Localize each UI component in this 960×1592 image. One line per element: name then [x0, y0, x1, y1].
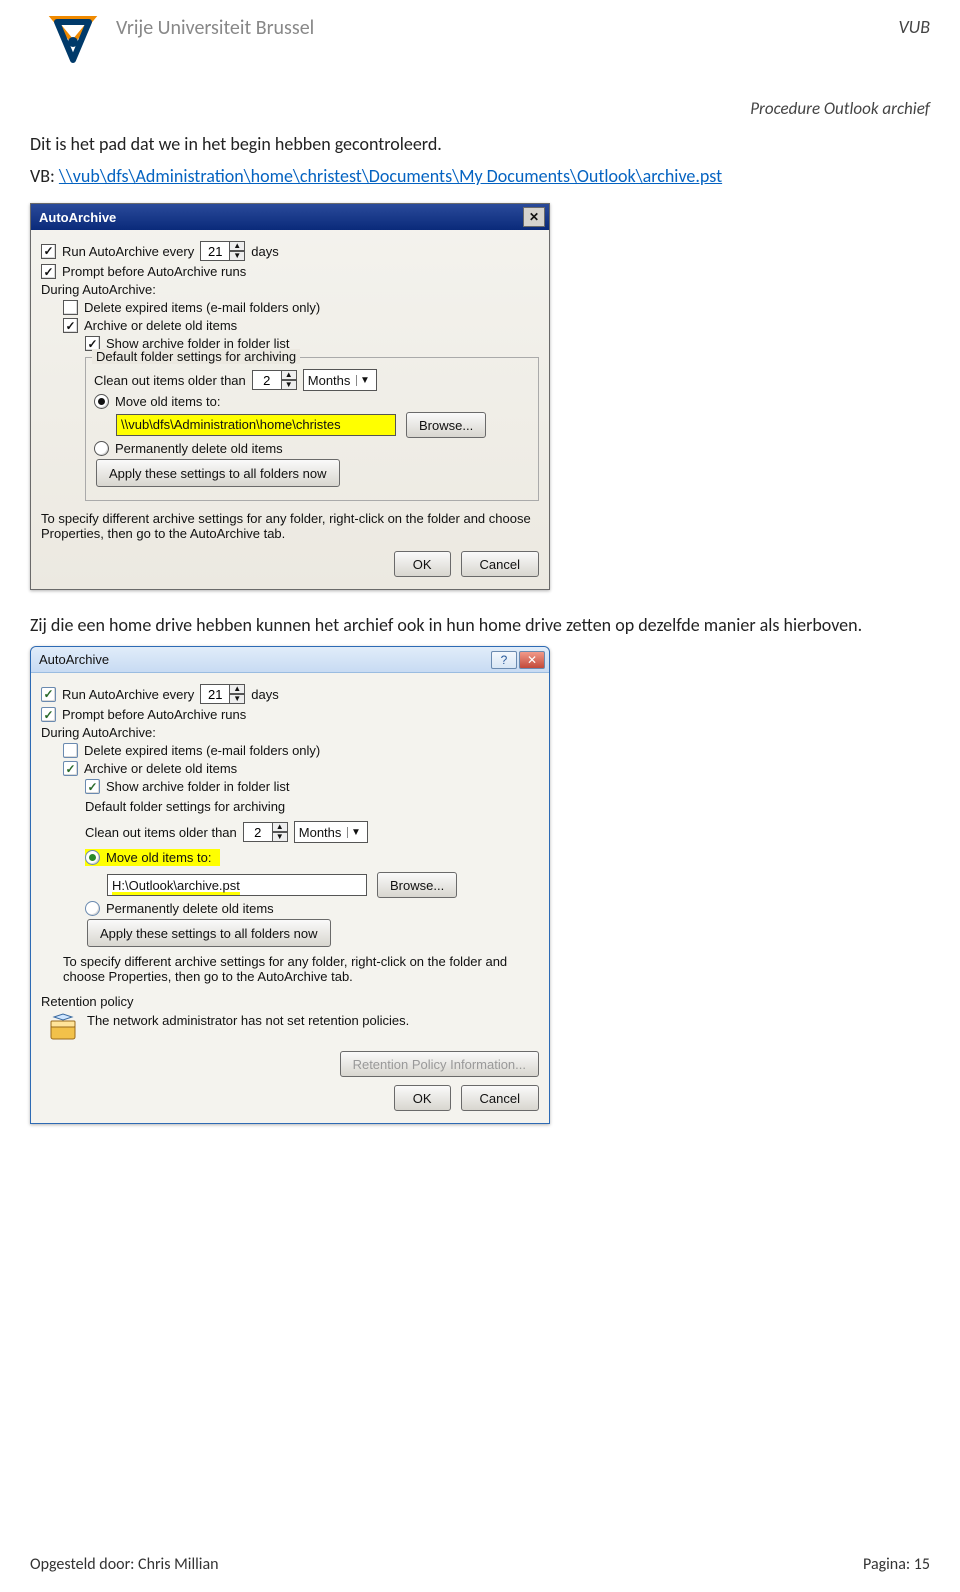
chevron-down-icon: ▼ [356, 375, 372, 386]
unit-select[interactable]: Months ▼ [303, 369, 378, 391]
para2: Zij die een home drive hebben kunnen het… [30, 614, 930, 636]
prompt-label: Prompt before AutoArchive runs [62, 707, 246, 722]
close-icon[interactable]: ✕ [523, 207, 545, 227]
cancel-button[interactable]: Cancel [461, 1085, 539, 1111]
prompt-label: Prompt before AutoArchive runs [62, 264, 246, 279]
example-path-line: VB: \\vub\dfs\Administration\home\christ… [30, 165, 930, 187]
help-icon[interactable]: ? [491, 651, 517, 669]
intro-text: Dit is het pad dat we in het begin hebbe… [30, 133, 930, 155]
delete-expired-label: Delete expired items (e-mail folders onl… [84, 743, 320, 758]
delete-expired-checkbox[interactable] [63, 300, 78, 315]
spin-down-icon[interactable]: ▼ [272, 832, 288, 842]
close-icon[interactable]: ✕ [519, 651, 545, 669]
spin-up-icon[interactable]: ▲ [272, 822, 288, 832]
delete-expired-label: Delete expired items (e-mail folders onl… [84, 300, 320, 315]
spin-up-icon[interactable]: ▲ [281, 370, 297, 380]
browse-button[interactable]: Browse... [406, 412, 486, 438]
default-folder-fieldset: Default folder settings for archiving Cl… [85, 357, 539, 501]
unit-value: Months [299, 825, 342, 840]
clean-spinner[interactable]: ▲▼ [243, 822, 288, 842]
run-autoarchive-checkbox[interactable] [41, 687, 56, 702]
clean-spinner[interactable]: ▲▼ [252, 370, 297, 390]
delete-expired-checkbox[interactable] [63, 743, 78, 758]
during-label: During AutoArchive: [41, 282, 539, 297]
days-input[interactable] [200, 684, 230, 704]
run-autoarchive-checkbox[interactable] [41, 244, 56, 259]
ok-button[interactable]: OK [394, 551, 451, 577]
vb-prefix: VB: [30, 165, 59, 187]
move-radio[interactable] [85, 850, 100, 865]
ok-button[interactable]: OK [394, 1085, 451, 1111]
retention-icon [49, 1013, 77, 1041]
doc-subtitle: Procedure Outlook archief [30, 98, 930, 119]
days-spinner[interactable]: ▲▼ [200, 241, 245, 261]
university-name: Vrije Universiteit Brussel [116, 8, 898, 40]
vub-logo [30, 8, 116, 72]
vb-path: \\vub\dfs\Administration\home\christest\… [59, 165, 722, 187]
fieldset-legend: Default folder settings for archiving [92, 349, 300, 364]
apply-all-button[interactable]: Apply these settings to all folders now [87, 919, 331, 947]
page-header: Vrije Universiteit Brussel VUB [30, 8, 930, 78]
days-unit: days [251, 244, 278, 259]
show-folder-checkbox[interactable] [85, 779, 100, 794]
move-radio[interactable] [94, 394, 109, 409]
archive-old-label: Archive or delete old items [84, 761, 237, 776]
move-label: Move old items to: [115, 394, 221, 409]
clean-input[interactable] [252, 370, 282, 390]
retention-text: The network administrator has not set re… [87, 1013, 409, 1028]
move-path-input[interactable]: H:\Outlook\archive.pst [107, 874, 367, 896]
move-path-input[interactable]: \\vub\dfs\Administration\home\christes [116, 414, 396, 436]
clean-label: Clean out items older than [85, 825, 237, 840]
browse-button[interactable]: Browse... [377, 872, 457, 898]
author-label: Opgesteld door: Chris Millian [30, 1555, 219, 1574]
titlebar[interactable]: AutoArchive ✕ [31, 204, 549, 230]
move-path-value: H:\Outlook\archive.pst [112, 877, 240, 895]
unit-select[interactable]: Months ▼ [294, 821, 369, 843]
clean-input[interactable] [243, 822, 273, 842]
archive-old-label: Archive or delete old items [84, 318, 237, 333]
perm-delete-radio[interactable] [85, 901, 100, 916]
run-autoarchive-label: Run AutoArchive every [62, 687, 194, 702]
spin-down-icon[interactable]: ▼ [281, 380, 297, 390]
retention-info-button[interactable]: Retention Policy Information... [340, 1051, 539, 1077]
dialog-title: AutoArchive [39, 652, 491, 667]
spin-up-icon[interactable]: ▲ [229, 241, 245, 251]
info-text: To specify different archive settings fo… [41, 507, 539, 551]
move-label: Move old items to: [106, 850, 212, 865]
dialog-title: AutoArchive [39, 210, 523, 225]
archive-old-checkbox[interactable] [63, 761, 78, 776]
days-unit: days [251, 687, 278, 702]
perm-delete-label: Permanently delete old items [106, 901, 274, 916]
spin-down-icon[interactable]: ▼ [229, 694, 245, 704]
unit-value: Months [308, 373, 351, 388]
clean-label: Clean out items older than [94, 373, 246, 388]
page-number: Pagina: 15 [863, 1555, 930, 1574]
days-spinner[interactable]: ▲▼ [200, 684, 245, 704]
apply-all-button[interactable]: Apply these settings to all folders now [96, 459, 340, 487]
page-footer: Opgesteld door: Chris Millian Pagina: 15 [30, 1555, 930, 1574]
spin-up-icon[interactable]: ▲ [229, 684, 245, 694]
vub-abbrev: VUB [898, 8, 930, 38]
during-label: During AutoArchive: [41, 725, 539, 740]
prompt-checkbox[interactable] [41, 264, 56, 279]
show-folder-label: Show archive folder in folder list [106, 779, 290, 794]
spin-down-icon[interactable]: ▼ [229, 251, 245, 261]
info-text: To specify different archive settings fo… [41, 950, 539, 994]
autoarchive-dialog-1: AutoArchive ✕ Run AutoArchive every ▲▼ d… [30, 203, 550, 590]
perm-delete-label: Permanently delete old items [115, 441, 283, 456]
fieldset-legend: Default folder settings for archiving [85, 797, 539, 818]
archive-old-checkbox[interactable] [63, 318, 78, 333]
cancel-button[interactable]: Cancel [461, 551, 539, 577]
retention-legend: Retention policy [41, 994, 539, 1009]
run-autoarchive-label: Run AutoArchive every [62, 244, 194, 259]
autoarchive-dialog-2: AutoArchive ? ✕ Run AutoArchive every ▲▼… [30, 646, 550, 1124]
days-input[interactable] [200, 241, 230, 261]
chevron-down-icon: ▼ [347, 827, 363, 838]
titlebar[interactable]: AutoArchive ? ✕ [31, 647, 549, 673]
run-autoarchive-row: Run AutoArchive every ▲▼ days [41, 241, 539, 261]
prompt-checkbox[interactable] [41, 707, 56, 722]
perm-delete-radio[interactable] [94, 441, 109, 456]
